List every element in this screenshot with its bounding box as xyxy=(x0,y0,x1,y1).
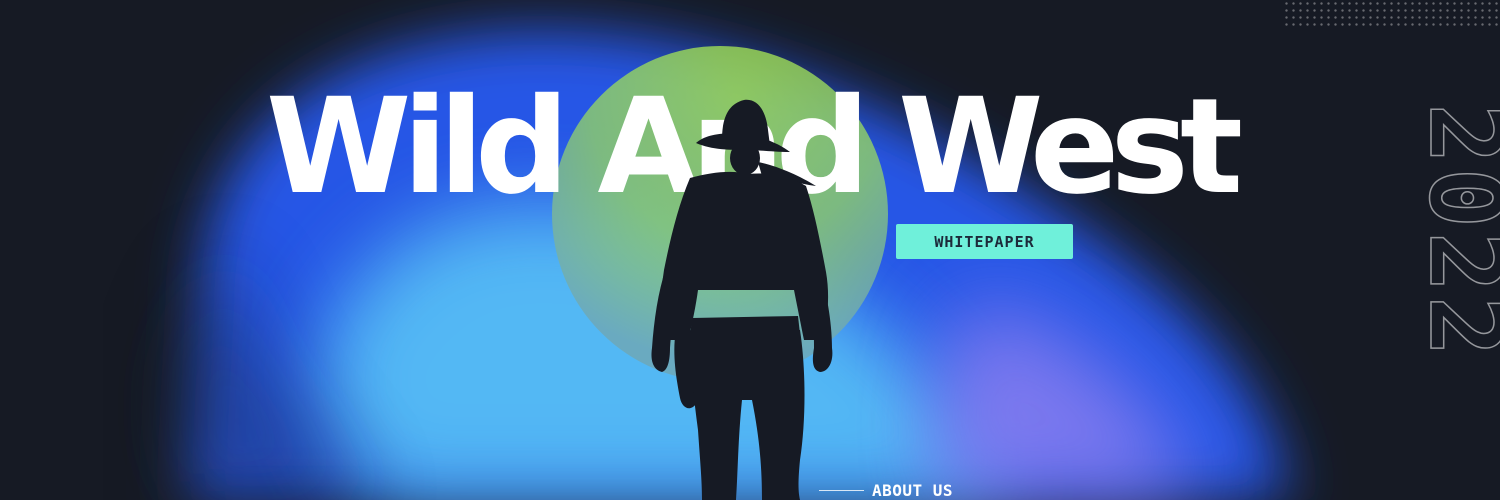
about-us-label: ABOUT US xyxy=(872,480,954,500)
hero-banner: Wild And West WHITEPAPER 2022 xyxy=(0,0,1500,500)
about-line-divider xyxy=(819,489,864,491)
cowboy-silhouette-icon xyxy=(651,99,833,500)
whitepaper-button[interactable]: WHITEPAPER xyxy=(896,224,1073,259)
about-us-link[interactable]: ABOUT US xyxy=(819,479,953,500)
